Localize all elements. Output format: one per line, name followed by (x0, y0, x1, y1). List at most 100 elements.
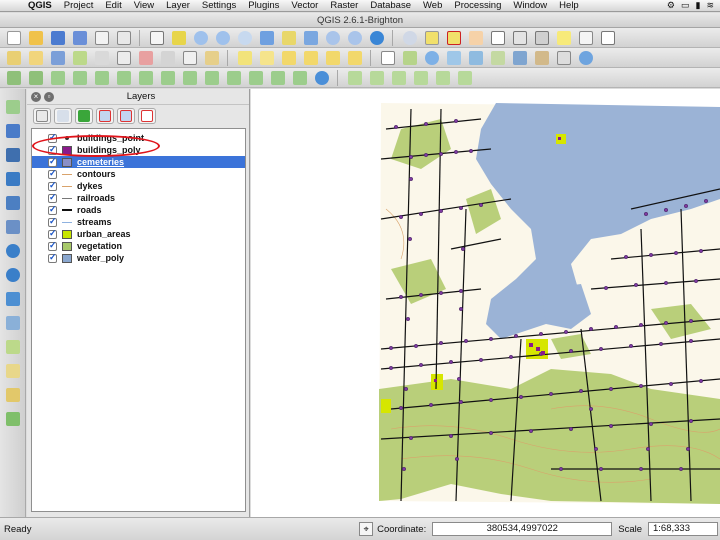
redo-button[interactable] (26, 69, 46, 87)
layer-visibility-checkbox[interactable] (48, 216, 57, 227)
rotate-point-button[interactable] (312, 69, 332, 87)
add-vector-layer-button[interactable] (2, 97, 24, 117)
move-label-button[interactable] (301, 49, 321, 67)
collapse-tree-button[interactable] (117, 108, 135, 124)
measure-button[interactable] (532, 29, 552, 47)
add-postgis-layer-button[interactable] (2, 145, 24, 165)
split-features-button[interactable] (224, 69, 244, 87)
add-wfs-button[interactable] (466, 49, 486, 67)
menu-vector[interactable]: Vector (285, 0, 324, 11)
scale-field[interactable]: 1:68,333 (648, 522, 718, 536)
zoom-selection-button[interactable] (279, 29, 299, 47)
add-oracle-layer-button[interactable] (2, 217, 24, 237)
float-panel-icon[interactable]: ▫ (44, 91, 54, 102)
layer-visibility-checkbox[interactable] (48, 240, 57, 251)
add-part-button[interactable] (92, 69, 112, 87)
fill-button[interactable] (389, 69, 409, 87)
cut-features-button[interactable] (158, 49, 178, 67)
menu-app-qgis[interactable]: QGIS (22, 0, 58, 11)
map-render[interactable] (251, 89, 720, 517)
layer-visibility-checkbox[interactable] (48, 252, 57, 263)
add-circular-string-button[interactable] (345, 69, 365, 87)
add-wcs-button[interactable] (444, 49, 464, 67)
add-virtual-layer-button[interactable] (2, 409, 24, 429)
menu-raster[interactable]: Raster (324, 0, 364, 11)
current-edits-button[interactable] (4, 49, 24, 67)
help-button[interactable] (576, 49, 596, 67)
add-mssql-layer-button[interactable] (2, 193, 24, 213)
layer-item-water-poly[interactable]: water_poly (32, 252, 245, 264)
select-features-button[interactable] (422, 29, 442, 47)
menu-web[interactable]: Web (417, 0, 448, 11)
layer-item-cemeteries[interactable]: cemeteries (32, 156, 245, 168)
add-raster-button[interactable] (532, 49, 552, 67)
display-icon[interactable]: ▭ (681, 0, 690, 11)
add-ring-button[interactable] (70, 69, 90, 87)
action-button[interactable] (466, 29, 486, 47)
layer-item-contours[interactable]: contours (32, 168, 245, 180)
layer-item-urban-areas[interactable]: urban_areas (32, 228, 245, 240)
layer-visibility-checkbox[interactable] (48, 144, 57, 155)
add-raster-layer-button[interactable] (2, 121, 24, 141)
menu-database[interactable]: Database (364, 0, 417, 11)
add-postgis-button[interactable] (510, 49, 530, 67)
rotate-label-button[interactable] (323, 49, 343, 67)
menu-view[interactable]: View (128, 0, 160, 11)
fill-ring-button[interactable] (114, 69, 134, 87)
layer-visibility-checkbox[interactable] (48, 180, 57, 191)
layer-item-streams[interactable]: streams (32, 216, 245, 228)
layer-visibility-checkbox[interactable] (48, 156, 57, 167)
new-gpx-layer-button[interactable] (2, 385, 24, 405)
merge-attributes-button[interactable] (290, 69, 310, 87)
change-label-button[interactable] (345, 49, 365, 67)
merge-features-button[interactable] (268, 69, 288, 87)
remove-layer-button[interactable] (138, 108, 156, 124)
zoom-full-button[interactable] (257, 29, 277, 47)
open-project-button[interactable] (26, 29, 46, 47)
map-tips-button[interactable] (554, 29, 574, 47)
layer-visibility-checkbox[interactable] (48, 228, 57, 239)
menu-project[interactable]: Project (58, 0, 100, 11)
menu-processing[interactable]: Processing (448, 0, 507, 11)
composer-manager-button[interactable] (114, 29, 134, 47)
vertex-button[interactable] (455, 69, 475, 87)
add-spatialite-layer-button[interactable] (2, 169, 24, 189)
add-layer-button[interactable] (400, 49, 420, 67)
layer-item-dykes[interactable]: dykes (32, 180, 245, 192)
deselect-button[interactable] (444, 29, 464, 47)
trace-button[interactable] (433, 69, 453, 87)
snap-button[interactable] (411, 69, 431, 87)
new-spatialite-layer-button[interactable] (2, 361, 24, 381)
refresh-button[interactable] (367, 29, 387, 47)
zoom-out-button[interactable] (213, 29, 233, 47)
new-project-button[interactable] (4, 29, 24, 47)
zoom-next-button[interactable] (345, 29, 365, 47)
add-group-button[interactable] (54, 108, 72, 124)
filter-legend-button[interactable] (75, 108, 93, 124)
layer-item-buildings-poly[interactable]: buildings_poly (32, 144, 245, 156)
bookmark-button[interactable] (576, 29, 596, 47)
zoom-actual-button[interactable] (235, 29, 255, 47)
undo-button[interactable] (4, 69, 24, 87)
zoom-layer-button[interactable] (301, 29, 321, 47)
field-calculator-button[interactable] (510, 29, 530, 47)
new-vector-layer-button[interactable] (2, 337, 24, 357)
add-wms-button[interactable] (422, 49, 442, 67)
simplify-button[interactable] (48, 69, 68, 87)
add-feature-button[interactable] (70, 49, 90, 67)
toggle-editing-button[interactable] (26, 49, 46, 67)
delete-ring-button[interactable] (136, 69, 156, 87)
delete-part-button[interactable] (158, 69, 178, 87)
menu-plugins[interactable]: Plugins (242, 0, 285, 11)
add-wms-layer-button[interactable] (2, 241, 24, 261)
save-edits-button[interactable] (48, 49, 68, 67)
show-labels-button[interactable] (279, 49, 299, 67)
open-attribute-table-button[interactable] (488, 29, 508, 47)
pin-labels-button[interactable] (257, 49, 277, 67)
battery-icon[interactable]: ▮ (696, 0, 701, 11)
settings-icon[interactable]: ⚙ (667, 0, 675, 11)
add-delimited-text-button[interactable] (2, 313, 24, 333)
layer-visibility-checkbox[interactable] (48, 192, 57, 203)
layer-item-buildings-point[interactable]: buildings_point (32, 132, 245, 144)
delete-selected-button[interactable] (136, 49, 156, 67)
